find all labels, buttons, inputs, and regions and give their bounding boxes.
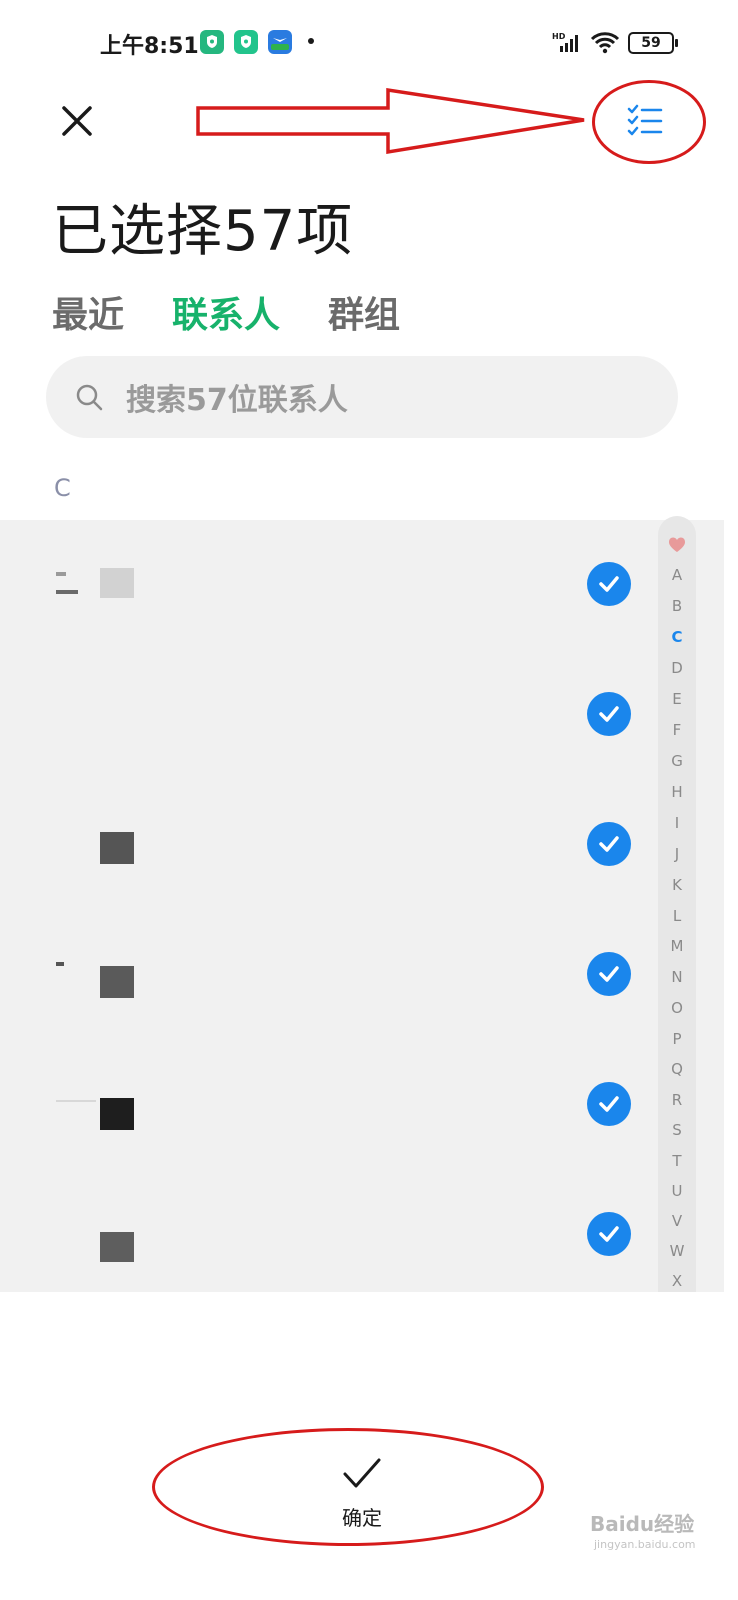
network-label: HD — [552, 32, 566, 41]
watermark-url: jingyan.baidu.com — [594, 1538, 696, 1551]
section-header-letter: C — [54, 474, 71, 502]
checkmark-icon — [343, 1458, 381, 1488]
index-letter-b[interactable]: B — [658, 597, 696, 615]
selected-check[interactable] — [587, 952, 631, 996]
security-app-icon — [200, 30, 224, 54]
index-letter-k[interactable]: K — [658, 876, 696, 894]
index-letter-o[interactable]: O — [658, 999, 696, 1017]
index-letter-l[interactable]: L — [658, 907, 696, 925]
selected-check[interactable] — [587, 692, 631, 736]
search-placeholder: 搜索57位联系人 — [126, 383, 348, 418]
bird-app-icon — [268, 30, 292, 54]
confirm-button[interactable]: 确定 — [320, 1456, 404, 1536]
index-letter-p[interactable]: P — [658, 1030, 696, 1048]
avatar — [100, 1232, 134, 1262]
security-app-icon-2 — [234, 30, 258, 54]
index-letter-t[interactable]: T — [658, 1152, 696, 1170]
search-input[interactable]: 搜索57位联系人 — [46, 356, 678, 438]
confirm-label: 确定 — [342, 1506, 382, 1530]
contact-row[interactable] — [0, 520, 660, 650]
checkmark-icon — [599, 1226, 619, 1242]
checkmark-icon — [599, 576, 619, 592]
index-letter-x[interactable]: X — [658, 1272, 696, 1290]
index-letter-u[interactable]: U — [658, 1182, 696, 1200]
index-letter-i[interactable]: I — [658, 814, 696, 832]
status-time: 上午8:51 — [100, 34, 199, 59]
contact-name-redacted — [56, 1100, 96, 1102]
index-letter-c[interactable]: C — [658, 628, 696, 646]
index-letter-q[interactable]: Q — [658, 1060, 696, 1078]
contact-row[interactable] — [0, 1170, 660, 1300]
avatar — [100, 1098, 134, 1130]
checkmark-icon — [599, 836, 619, 852]
contact-list — [0, 520, 724, 1292]
search-icon — [76, 384, 103, 411]
selected-check[interactable] — [587, 562, 631, 606]
contact-name-redacted — [56, 590, 78, 594]
wifi-icon — [590, 32, 620, 54]
contact-name-redacted — [56, 572, 66, 576]
page-title: 已选择57项 — [52, 199, 354, 264]
selected-check[interactable] — [587, 822, 631, 866]
avatar — [100, 832, 134, 864]
tab-recent[interactable]: 最近 — [52, 286, 124, 338]
close-icon — [62, 106, 92, 136]
checkmark-icon — [599, 1096, 619, 1112]
index-letter-a[interactable]: A — [658, 566, 696, 584]
index-letter-s[interactable]: S — [658, 1121, 696, 1139]
tab-contacts[interactable]: 联系人 — [172, 286, 280, 338]
index-letter-r[interactable]: R — [658, 1091, 696, 1109]
index-letter-w[interactable]: W — [658, 1242, 696, 1260]
index-letter-n[interactable]: N — [658, 968, 696, 986]
contact-name-redacted — [56, 962, 64, 966]
checkmark-icon — [599, 706, 619, 722]
watermark-brand: Baidu经验 — [590, 1512, 695, 1536]
avatar — [100, 966, 134, 998]
index-letter-m[interactable]: M — [658, 937, 696, 955]
index-letter-f[interactable]: F — [658, 721, 696, 739]
checkmark-icon — [599, 966, 619, 982]
notification-dot — [308, 38, 314, 44]
annotation-arrow — [196, 87, 585, 155]
signal-icon: HD — [552, 32, 578, 52]
status-bar: 上午8:51 HD 59 — [0, 0, 738, 88]
select-all-button[interactable] — [620, 98, 670, 144]
index-letter-j[interactable]: J — [658, 845, 696, 863]
selected-check[interactable] — [587, 1212, 631, 1256]
contact-row[interactable] — [0, 1040, 660, 1170]
index-letter-e[interactable]: E — [658, 690, 696, 708]
index-letter-v[interactable]: V — [658, 1212, 696, 1230]
checklist-icon — [627, 104, 663, 136]
index-letter-d[interactable]: D — [658, 659, 696, 677]
contact-row[interactable] — [0, 650, 660, 780]
contact-row[interactable] — [0, 780, 660, 910]
index-letter-h[interactable]: H — [658, 783, 696, 801]
index-letter-g[interactable]: G — [658, 752, 696, 770]
selected-check[interactable] — [587, 1082, 631, 1126]
avatar — [100, 568, 134, 598]
battery-indicator: 59 — [628, 32, 678, 54]
favorites-heart-icon[interactable] — [668, 536, 686, 554]
tab-bar: 最近 联系人 群组 — [52, 286, 400, 338]
close-button[interactable] — [52, 96, 102, 146]
contact-row[interactable] — [0, 910, 660, 1040]
tab-groups[interactable]: 群组 — [328, 286, 400, 338]
